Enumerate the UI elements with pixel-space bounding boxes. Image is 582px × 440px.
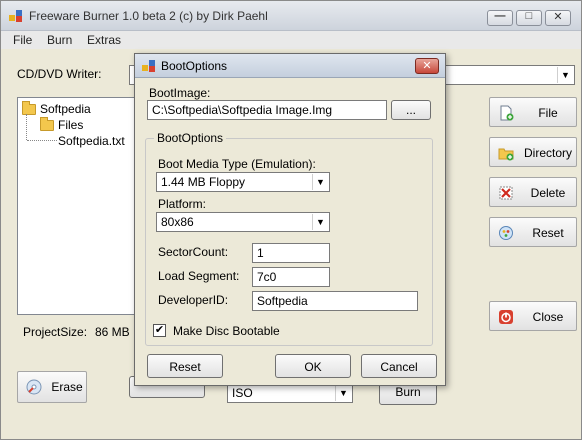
sector-count-value: 1 (257, 246, 264, 260)
file-tree[interactable]: Softpedia Files Softpedia.txt (17, 97, 141, 315)
minimize-button[interactable]: — (487, 10, 513, 26)
cancel-button[interactable]: Cancel (361, 354, 437, 378)
dialog-reset-button[interactable]: Reset (147, 354, 223, 378)
sector-count-input[interactable]: 1 (252, 243, 330, 263)
add-directory-button[interactable]: Directory (489, 137, 577, 167)
project-size-label: ProjectSize: (23, 325, 88, 339)
add-file-label: File (538, 106, 558, 120)
writer-label: CD/DVD Writer: (17, 67, 102, 81)
chevron-down-icon[interactable]: ▼ (335, 385, 351, 401)
add-directory-label: Directory (523, 146, 572, 160)
ok-label: OK (304, 360, 322, 374)
boot-image-input[interactable]: C:\Softpedia\Softpedia Image.Img (147, 100, 387, 120)
title-bar: Freeware Burner 1.0 beta 2 (c) by Dirk P… (1, 1, 581, 31)
platform-label: Platform: (158, 197, 207, 211)
close-icon: ✕ (422, 60, 432, 72)
erase-button[interactable]: Erase (17, 371, 87, 403)
tree-connector (27, 140, 57, 141)
cancel-label: Cancel (380, 360, 418, 374)
close-app-label: Close (532, 310, 564, 324)
developer-id-value: Softpedia (257, 294, 308, 308)
load-segment-value: 7c0 (257, 270, 277, 284)
tree-node-root[interactable]: Softpedia (22, 100, 91, 116)
close-icon: ✕ (553, 11, 563, 23)
platform-select[interactable]: 80x86 ▼ (156, 212, 330, 232)
bootable-label: Make Disc Bootable (173, 324, 280, 338)
folder-icon (22, 100, 36, 115)
reset-button[interactable]: Reset (489, 217, 577, 247)
delete-button[interactable]: Delete (489, 177, 577, 207)
dialog-title: BootOptions (161, 59, 228, 73)
tree-node-folder[interactable]: Files (40, 116, 84, 132)
folder-icon (40, 116, 54, 131)
tree-folder-label: Files (58, 118, 84, 132)
chevron-down-icon[interactable]: ▼ (312, 174, 328, 190)
tree-file-label: Softpedia.txt (58, 134, 125, 148)
add-file-button[interactable]: File (489, 97, 577, 127)
load-segment-input[interactable]: 7c0 (252, 267, 330, 287)
app-icon (142, 60, 155, 72)
add-file-icon (500, 105, 514, 121)
media-type-select[interactable]: 1.44 MB Floppy ▼ (156, 172, 330, 192)
delete-label: Delete (530, 186, 566, 200)
power-icon (499, 310, 513, 324)
close-window-button[interactable]: ✕ (545, 10, 571, 26)
chevron-down-icon[interactable]: ▼ (557, 67, 573, 83)
app-icon (9, 10, 22, 22)
boot-options-dialog: BootOptions ✕ BootImage: C:\Softpedia\So… (134, 53, 446, 386)
dialog-reset-label: Reset (169, 360, 201, 374)
tree-node-file[interactable]: Softpedia.txt (58, 134, 125, 148)
check-icon: ✔ (154, 324, 165, 336)
boot-image-label: BootImage: (149, 86, 211, 100)
format-select[interactable]: ISO ▼ (227, 383, 353, 403)
platform-value: 80x86 (161, 215, 194, 229)
boot-options-group: BootOptions Boot Media Type (Emulation):… (145, 131, 433, 346)
boot-image-value: C:\Softpedia\Softpedia Image.Img (152, 103, 333, 117)
menu-extras[interactable]: Extras (87, 33, 121, 47)
tree-root-label: Softpedia (40, 102, 91, 116)
chevron-down-icon[interactable]: ▼ (312, 214, 328, 230)
media-type-label: Boot Media Type (Emulation): (158, 157, 316, 171)
project-size-value: 86 MB (95, 325, 130, 339)
browse-label: ... (405, 103, 416, 117)
erase-disc-icon (26, 379, 42, 395)
bootable-checkbox[interactable]: ✔ (153, 324, 166, 337)
maximize-button[interactable]: □ (516, 10, 542, 26)
menu-burn[interactable]: Burn (47, 33, 72, 47)
sector-count-label: SectorCount: (158, 245, 229, 259)
browse-button[interactable]: ... (391, 100, 431, 120)
window-title: Freeware Burner 1.0 beta 2 (c) by Dirk P… (29, 9, 268, 23)
developer-id-input[interactable]: Softpedia (252, 291, 418, 311)
maximize-icon: □ (525, 10, 533, 22)
burn-label: Burn (395, 385, 421, 399)
reset-label: Reset (532, 226, 564, 240)
developer-id-label: DeveloperID: (158, 293, 229, 307)
delete-icon (499, 186, 513, 200)
menu-file[interactable]: File (13, 33, 32, 47)
reset-icon (499, 226, 513, 240)
erase-label: Erase (51, 380, 83, 394)
minimize-icon: — (494, 10, 506, 22)
close-app-button[interactable]: Close (489, 301, 577, 331)
dialog-title-bar: BootOptions ✕ (135, 54, 445, 78)
group-title: BootOptions (154, 131, 227, 145)
menu-bar: File Burn Extras (1, 31, 581, 49)
media-type-value: 1.44 MB Floppy (161, 175, 246, 189)
tree-connector (26, 114, 27, 140)
dialog-close-button[interactable]: ✕ (415, 58, 439, 74)
format-value: ISO (232, 386, 253, 400)
ok-button[interactable]: OK (275, 354, 351, 378)
add-folder-icon (498, 148, 514, 161)
load-segment-label: Load Segment: (158, 269, 240, 283)
